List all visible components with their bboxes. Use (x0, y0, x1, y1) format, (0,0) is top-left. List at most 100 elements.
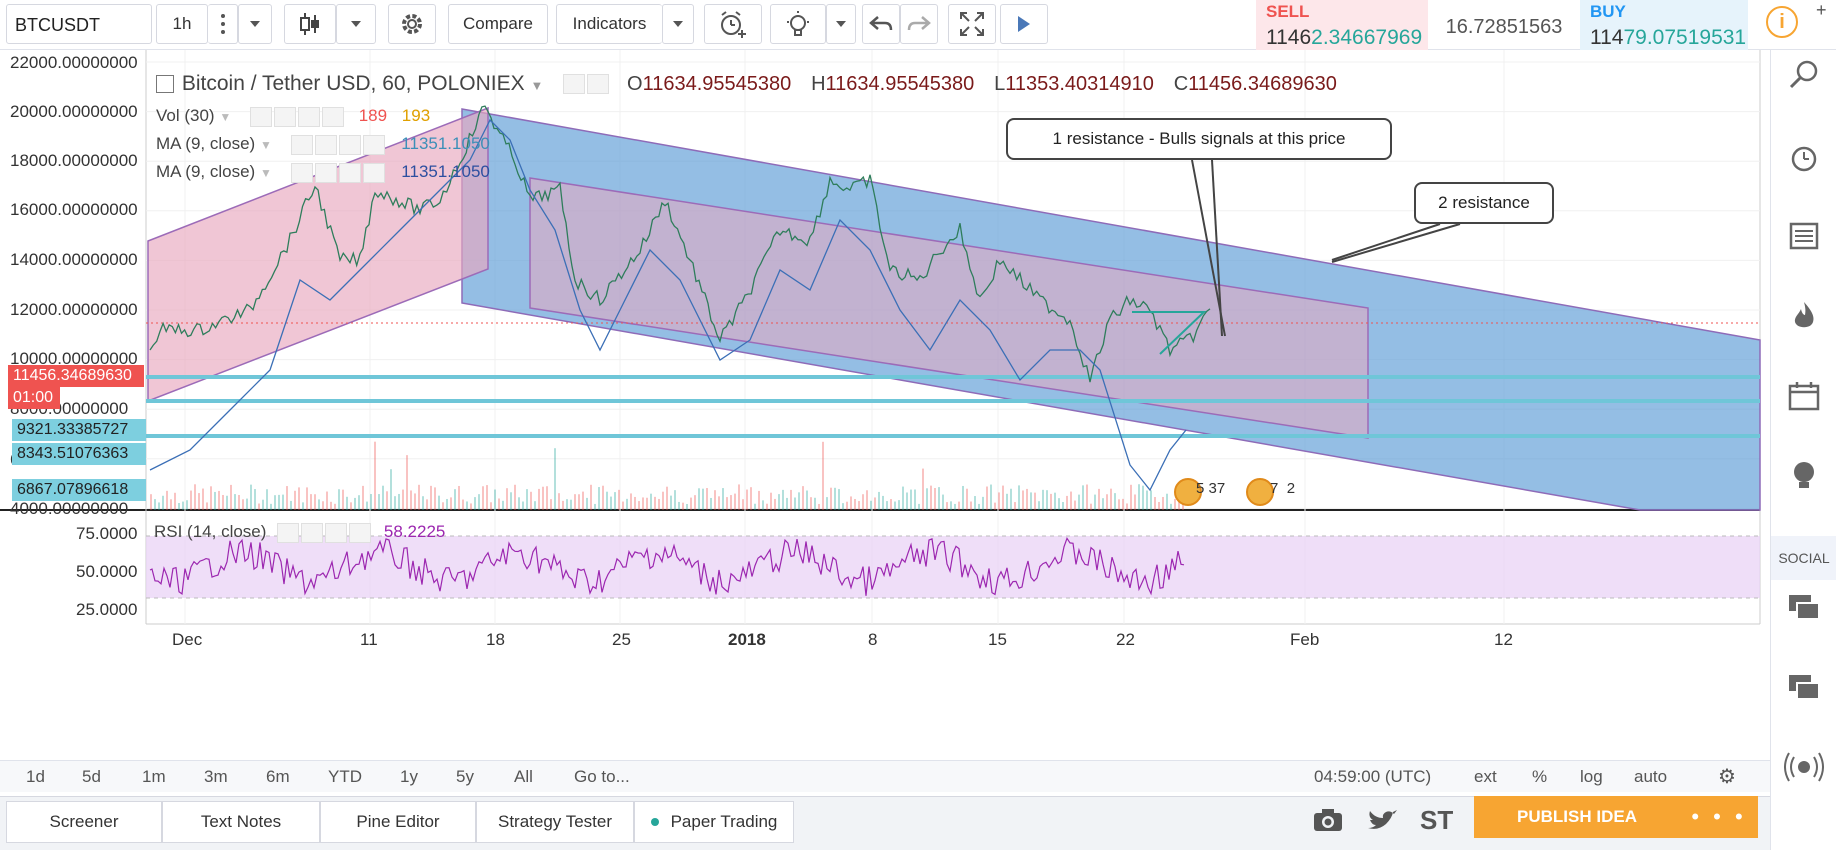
price-tick: 14000.00000000 (10, 250, 138, 269)
tab-paper-trading[interactable]: Paper Trading (634, 801, 794, 843)
calendar-icon[interactable] (1783, 376, 1825, 416)
chart-style-dropdown[interactable] (336, 4, 376, 44)
range-6m[interactable]: 6m (266, 767, 290, 787)
auto-scale-toggle[interactable]: auto (1634, 767, 1667, 787)
chevron-up-icon[interactable] (1818, 26, 1828, 36)
tab-text-notes[interactable]: Text Notes (162, 801, 320, 843)
close-icon[interactable] (321, 106, 344, 127)
close-icon[interactable] (349, 522, 372, 543)
plus-icon[interactable]: + (1816, 0, 1827, 21)
plus-icon[interactable] (338, 162, 361, 183)
volume-bar (574, 494, 576, 510)
camera-icon[interactable] (1312, 807, 1344, 838)
tab-pine-editor[interactable]: Pine Editor (320, 801, 476, 843)
gear-icon[interactable] (314, 162, 337, 183)
volume-bar (362, 485, 364, 510)
range-all[interactable]: All (514, 767, 533, 787)
volume-bar (854, 498, 856, 510)
compare-button[interactable]: Compare (448, 4, 548, 44)
gear-icon[interactable] (301, 522, 324, 543)
idea-bulb-icon[interactable] (1783, 456, 1825, 496)
range-1y[interactable]: 1y (400, 767, 418, 787)
stocktwits-icon[interactable]: ST (1420, 805, 1453, 836)
rsi-label: RSI (14, close) (154, 522, 267, 541)
volume-bar (178, 502, 180, 510)
close-icon[interactable] (362, 134, 385, 155)
plus-icon[interactable] (325, 522, 348, 543)
social-label: SOCIAL (1771, 536, 1836, 580)
replay-button[interactable] (1000, 4, 1048, 44)
interval-select[interactable]: 1h (156, 4, 208, 44)
chart-style-button[interactable] (284, 4, 336, 44)
alarm-clock-icon[interactable] (1783, 138, 1825, 178)
streams-icon[interactable] (1783, 748, 1825, 788)
volume-bar (774, 498, 776, 510)
volume-bar (842, 503, 844, 510)
ideas-button[interactable] (770, 4, 826, 44)
volume-bar (606, 491, 608, 510)
settings-button[interactable] (388, 4, 436, 44)
symbol-search-input[interactable]: BTCUSDT (6, 4, 152, 44)
range-5d[interactable]: 5d (82, 767, 101, 787)
range-ytd[interactable]: YTD (328, 767, 362, 787)
visibility-icon[interactable] (290, 134, 313, 155)
volume-bar (710, 497, 712, 510)
volume-bar (290, 500, 292, 510)
resistance-callout-1[interactable]: 1 resistance - Bulls signals at this pri… (1006, 118, 1392, 160)
rsi-value: 58.2225 (383, 522, 446, 541)
list-icon[interactable] (1783, 216, 1825, 256)
gear-icon[interactable] (587, 74, 610, 95)
publish-more-button[interactable]: • • • (1680, 796, 1758, 838)
volume-bar (306, 487, 308, 510)
visibility-icon[interactable] (249, 106, 272, 127)
gear-icon[interactable]: ⚙ (1718, 764, 1736, 789)
buy-button[interactable]: BUY 11479.07519531 (1580, 0, 1748, 54)
info-icon[interactable]: i (1766, 6, 1798, 38)
sell-button[interactable]: SELL 11462.34667969 (1256, 0, 1428, 54)
twitter-icon[interactable] (1366, 807, 1398, 838)
interval-menu-button[interactable] (208, 4, 238, 44)
low-value: 11353.40314910 (1005, 73, 1154, 95)
publish-idea-button[interactable]: PUBLISH IDEA (1474, 796, 1680, 838)
visibility-icon[interactable] (277, 522, 300, 543)
flame-icon[interactable] (1783, 296, 1825, 336)
extended-hours-toggle[interactable]: ext (1474, 767, 1497, 787)
gear-icon[interactable] (273, 106, 296, 127)
visibility-icon[interactable] (563, 74, 586, 95)
undo-button[interactable] (862, 4, 900, 44)
volume-bar (1142, 485, 1144, 510)
volume-bar (658, 498, 660, 510)
range-1d[interactable]: 1d (26, 767, 45, 787)
tab-strategy-tester[interactable]: Strategy Tester (476, 801, 634, 843)
tab-paper-trading-label: Paper Trading (670, 812, 778, 831)
ideas-dropdown[interactable] (826, 4, 856, 44)
chat-icon[interactable] (1783, 588, 1825, 628)
alert-button[interactable] (704, 4, 762, 44)
spread-value: 16.72851563 (1445, 15, 1563, 38)
percent-scale-toggle[interactable]: % (1532, 767, 1547, 787)
resistance-callout-2[interactable]: 2 resistance (1414, 182, 1554, 224)
gear-icon[interactable] (314, 134, 337, 155)
indicators-dropdown[interactable] (662, 4, 694, 44)
interval-dropdown-button[interactable] (238, 4, 272, 44)
range-3m[interactable]: 3m (204, 767, 228, 787)
range-1m[interactable]: 1m (142, 767, 166, 787)
chart-area[interactable]: Bitcoin / Tether USD, 60, POLONIEX ▼ O11… (0, 50, 1770, 760)
plus-icon[interactable] (338, 134, 361, 155)
collapse-icon[interactable] (156, 75, 174, 94)
close-icon[interactable] (362, 162, 385, 183)
indicators-button[interactable]: Indicators (556, 4, 662, 44)
log-scale-toggle[interactable]: log (1580, 767, 1603, 787)
tab-screener[interactable]: Screener (6, 801, 162, 843)
fullscreen-button[interactable] (948, 4, 996, 44)
visibility-icon[interactable] (290, 162, 313, 183)
chart-canvas[interactable] (0, 50, 1770, 760)
private-chat-icon[interactable] (1783, 668, 1825, 708)
plus-icon[interactable] (297, 106, 320, 127)
search-icon[interactable] (1783, 54, 1825, 94)
utc-clock[interactable]: 04:59:00 (UTC) (1314, 767, 1431, 787)
goto-date-button[interactable]: Go to... (574, 767, 630, 787)
range-5y[interactable]: 5y (456, 767, 474, 787)
redo-button[interactable] (900, 4, 938, 44)
volume-bar (730, 495, 732, 510)
